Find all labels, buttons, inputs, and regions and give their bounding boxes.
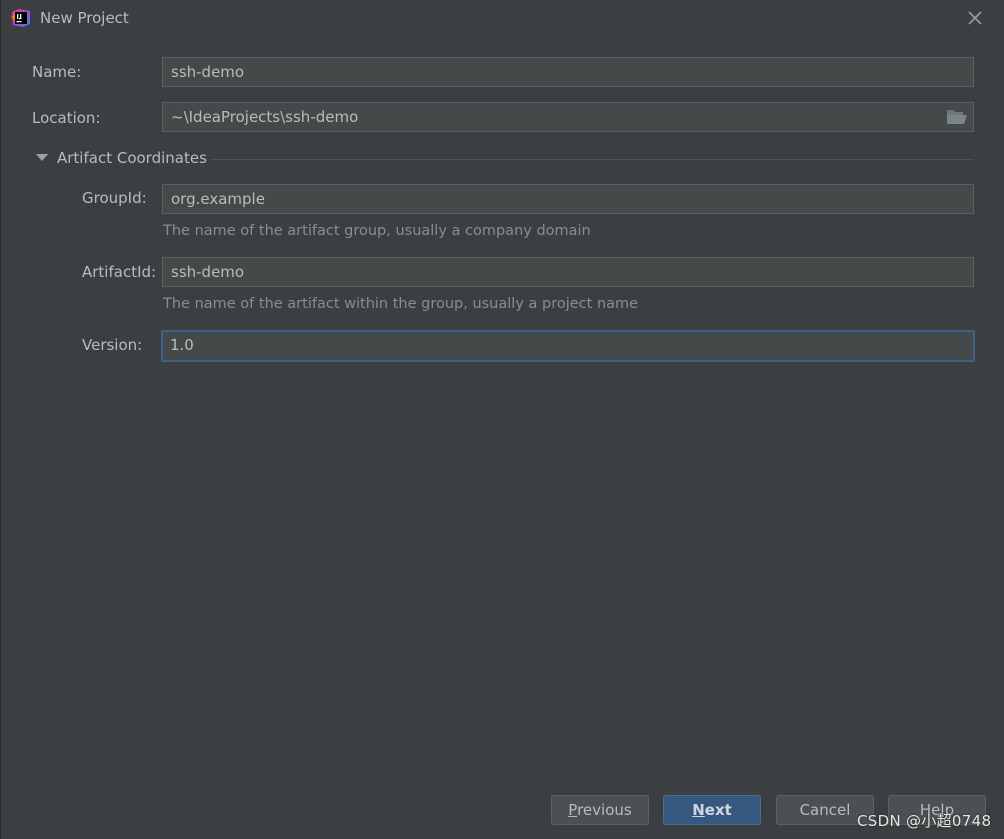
location-input[interactable]: ~\IdeaProjects\ssh-demo bbox=[162, 102, 974, 132]
artifact-id-input[interactable]: ssh-demo bbox=[162, 257, 974, 287]
title-bar: New Project bbox=[1, 0, 1004, 36]
artifact-id-label: ArtifactId: bbox=[82, 263, 157, 281]
previous-button[interactable]: Previous bbox=[551, 795, 649, 825]
folder-open-icon[interactable] bbox=[946, 108, 968, 126]
section-title: Artifact Coordinates bbox=[57, 149, 207, 167]
group-id-label: GroupId: bbox=[82, 189, 147, 207]
previous-label: revious bbox=[577, 801, 632, 819]
previous-mnemonic: P bbox=[568, 801, 578, 819]
artifact-id-hint: The name of the artifact within the grou… bbox=[163, 296, 639, 312]
watermark: CSDN @小超0748 bbox=[857, 812, 992, 830]
version-input[interactable]: 1.0 bbox=[161, 330, 975, 362]
group-id-hint: The name of the artifact group, usually … bbox=[163, 223, 591, 239]
section-divider bbox=[211, 159, 974, 160]
group-id-input[interactable]: org.example bbox=[162, 184, 974, 214]
dialog-title: New Project bbox=[40, 9, 129, 27]
close-icon[interactable] bbox=[965, 8, 985, 28]
intellij-idea-icon bbox=[11, 9, 30, 27]
location-label: Location: bbox=[32, 109, 101, 127]
version-label: Version: bbox=[82, 336, 143, 354]
name-label: Name: bbox=[32, 63, 82, 81]
artifact-coordinates-section[interactable]: Artifact Coordinates bbox=[35, 148, 975, 170]
new-project-dialog: New Project Name: ssh-demo Location: ~\I… bbox=[0, 0, 1004, 839]
expand-triangle-icon[interactable] bbox=[36, 154, 48, 161]
name-input[interactable]: ssh-demo bbox=[162, 57, 974, 87]
next-button[interactable]: Next bbox=[663, 795, 761, 825]
next-mnemonic: N bbox=[692, 801, 705, 819]
next-label: ext bbox=[704, 801, 732, 819]
